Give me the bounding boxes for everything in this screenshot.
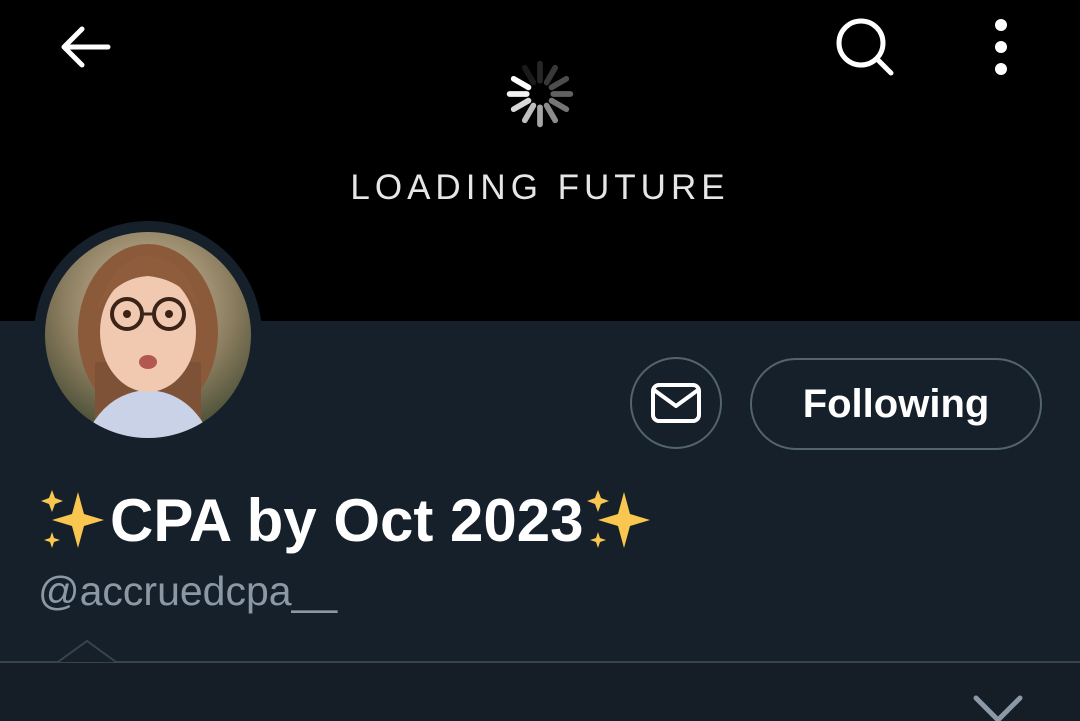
divider [0,661,1080,663]
more-vertical-icon [995,19,1007,75]
sparkles-icon [41,490,104,548]
display-name: CPA by Oct 2023 [110,486,584,554]
chevron-down-icon [973,695,1023,721]
sparkles-icon [586,490,650,548]
tab-strip [0,663,1080,721]
banner-text: LOADING FUTURE [350,168,730,207]
search-icon [836,18,894,76]
following-button[interactable]: Following [750,358,1042,450]
more-options-button[interactable] [976,12,1026,82]
search-button[interactable] [830,12,900,82]
arrow-left-icon [61,26,111,68]
user-handle: @accruedcpa__ [38,568,338,614]
avatar-container[interactable] [34,221,262,449]
avatar [45,232,251,438]
tab-indicator-caret [58,640,116,663]
envelope-icon [651,383,701,423]
display-name-row: CPA by Oct 2023 [38,484,656,556]
expand-button[interactable] [968,690,1028,721]
message-button[interactable] [630,357,722,449]
loading-spinner-icon [506,60,574,128]
back-button[interactable] [52,14,118,80]
